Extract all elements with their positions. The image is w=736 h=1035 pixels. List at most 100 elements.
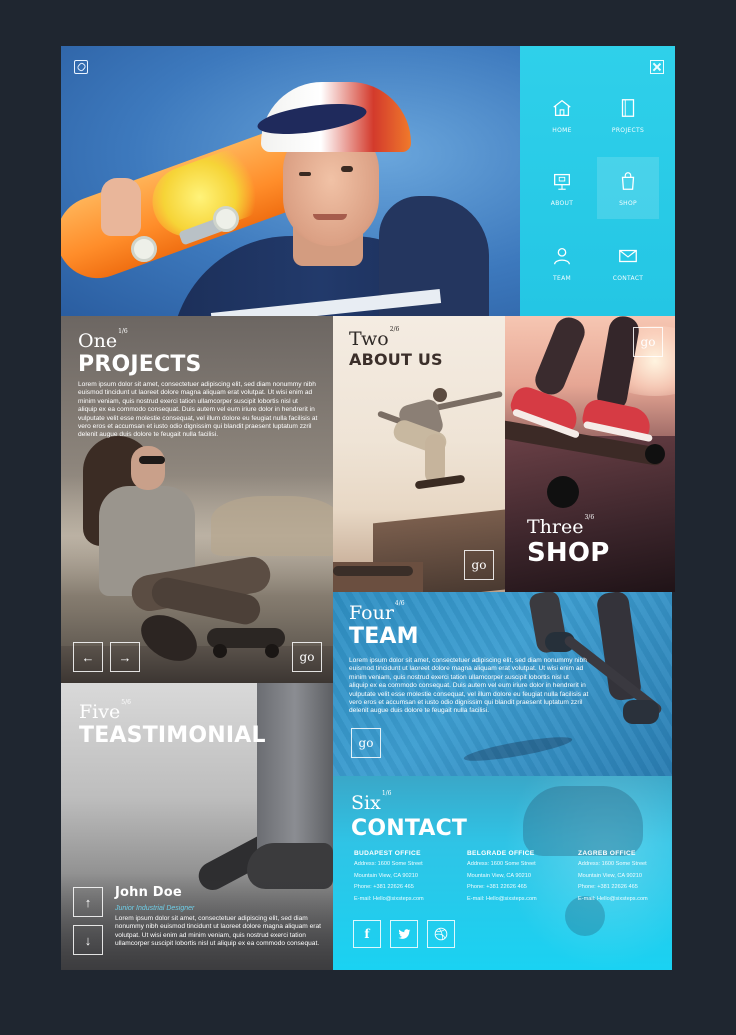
team-icon: [554, 247, 570, 264]
section-fraction: 4/6: [394, 600, 405, 607]
office-address: Address: 1600 Some Street: [578, 861, 647, 867]
office-email[interactable]: E-mail: Hello@sixsteps.com: [354, 894, 454, 906]
nav-label: ABOUT: [550, 199, 574, 207]
contact-title: CONTACT: [351, 816, 468, 841]
section-number: Three3/6: [527, 514, 595, 538]
testimonial-text: Lorem ipsum dolor sit amet, consectetuer…: [115, 915, 321, 948]
section-number: Five5/6: [79, 699, 131, 723]
office-email[interactable]: E-mail: Hello@sixsteps.com: [467, 894, 567, 906]
shoe: [623, 700, 659, 724]
twitter-button[interactable]: [390, 920, 418, 948]
nav-item-shop[interactable]: SHOP: [597, 157, 659, 219]
section-fraction: 2/6: [389, 326, 400, 333]
sunglasses: [139, 456, 165, 464]
section-number: Two2/6: [349, 326, 400, 350]
office-zagreb: ZAGREB OFFICE Address: 1600 Some Street …: [578, 850, 670, 905]
dribbble-icon: [434, 927, 448, 941]
rock: [211, 496, 333, 556]
wheel: [213, 644, 227, 658]
testimonial-up-button[interactable]: ↑: [73, 887, 103, 917]
dribbble-button[interactable]: [427, 920, 455, 948]
office-name: BELGRADE OFFICE: [467, 850, 535, 857]
nav-item-home[interactable]: HOME: [531, 84, 593, 146]
link-icon[interactable]: [74, 60, 88, 74]
next-button[interactable]: →: [110, 642, 140, 672]
team-title: TEAM: [349, 624, 419, 649]
close-icon[interactable]: [650, 60, 664, 74]
contact-photo: [523, 786, 643, 856]
office-phone: Phone: +381 22626 465: [578, 884, 638, 890]
office-budapest: BUDAPEST OFFICE Address: 1600 Some Stree…: [354, 850, 454, 905]
twitter-icon: [398, 928, 410, 939]
rail: [333, 566, 413, 576]
nav-label: SHOP: [619, 199, 637, 207]
office-email[interactable]: E-mail: Hello@sixsteps.com: [578, 894, 670, 906]
section-fraction: 5/6: [121, 699, 131, 706]
nav-label: TEAM: [553, 274, 571, 282]
projects-go-button[interactable]: go: [292, 642, 322, 672]
projects-text: Lorem ipsum dolor sit amet, consectetuer…: [78, 381, 318, 439]
skateboard-wheel: [131, 236, 157, 262]
nav-item-projects[interactable]: PROJECTS: [597, 84, 659, 146]
eye: [341, 166, 353, 172]
about-section: Two2/6 ABOUT US go: [333, 316, 505, 592]
about-go-button[interactable]: go: [464, 550, 494, 580]
section-number: Six1/6: [351, 790, 392, 814]
shop-go-button[interactable]: go: [633, 327, 663, 357]
office-name: ZAGREB OFFICE: [578, 850, 636, 857]
hero-banner: [61, 46, 520, 316]
nav-panel: HOME PROJECTS ABOUT SHOP TEAM CONTACT: [520, 46, 675, 316]
nav-item-team[interactable]: TEAM: [531, 232, 593, 294]
team-go-button[interactable]: go: [351, 728, 381, 758]
mouth: [313, 214, 347, 220]
head: [433, 388, 447, 402]
section-number: Four4/6: [349, 600, 405, 624]
skateboard-wheel: [213, 206, 239, 232]
wheel: [547, 476, 579, 508]
section-number: One1/6: [78, 328, 128, 352]
office-city: Mountain View, CA 90210: [467, 872, 531, 879]
office-city: Mountain View, CA 90210: [354, 872, 418, 879]
testimonial-photo: [257, 683, 333, 863]
office-phone: Phone: +381 22626 465: [354, 884, 414, 890]
girl-face: [131, 446, 165, 490]
testimonial-down-button[interactable]: ↓: [73, 925, 103, 955]
shop-title: SHOP: [527, 538, 610, 568]
shopping-bag-icon: [621, 171, 635, 190]
section-fraction: 1/6: [381, 790, 392, 797]
office-belgrade: BELGRADE OFFICE Address: 1600 Some Stree…: [467, 850, 567, 905]
nav-item-about[interactable]: ABOUT: [531, 157, 593, 219]
leg: [531, 316, 589, 399]
projects-icon: [621, 98, 635, 117]
office-address: Address: 1600 Some Street: [467, 861, 536, 867]
hand: [101, 178, 141, 236]
team-section: Four4/6 TEAM Lorem ipsum dolor sit amet,…: [333, 592, 672, 776]
nav-label: CONTACT: [612, 274, 644, 282]
testimonial-title: TEASTIMONIAL: [79, 723, 266, 748]
about-icon: [554, 173, 570, 190]
home-icon: [553, 99, 571, 116]
office-phone: Phone: +381 22626 465: [467, 884, 527, 890]
office-city: Mountain View, CA 90210: [578, 872, 642, 879]
leg: [425, 434, 445, 484]
office-address: Address: 1600 Some Street: [354, 861, 423, 867]
wheel: [265, 644, 279, 658]
contact-section: Six1/6 CONTACT BUDAPEST OFFICE Address: …: [333, 776, 672, 970]
section-fraction: 3/6: [584, 514, 595, 521]
nav-label: HOME: [552, 126, 572, 134]
facebook-button[interactable]: f: [353, 920, 381, 948]
facebook-icon: f: [364, 927, 370, 941]
office-name: BUDAPEST OFFICE: [354, 850, 421, 857]
mail-icon: [619, 249, 637, 262]
eye: [299, 172, 311, 176]
section-fraction: 1/6: [118, 328, 128, 335]
nav-label: PROJECTS: [611, 126, 645, 134]
prev-button[interactable]: ←: [73, 642, 103, 672]
projects-title: PROJECTS: [78, 352, 202, 377]
about-title: ABOUT US: [349, 350, 443, 369]
testimonial-section: Five5/6 TEASTIMONIAL ↑ ↓ John Doe Junior…: [61, 683, 333, 970]
nav-item-contact[interactable]: CONTACT: [597, 232, 659, 294]
testimonial-role: Junior Industrial Designer: [115, 905, 195, 912]
projects-section: One1/6 PROJECTS Lorem ipsum dolor sit am…: [61, 316, 333, 683]
shop-section: go Three3/6 SHOP: [505, 316, 675, 592]
